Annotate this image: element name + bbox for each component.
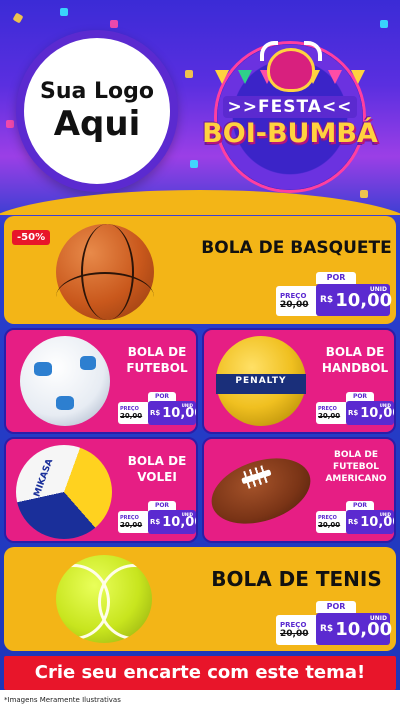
name-line-2: FUTEBOL [333, 462, 379, 472]
confetti [6, 120, 14, 128]
currency-label: R$ [348, 409, 359, 417]
header-banner: Sua Logo Aqui >>FESTA<< BOI-BUMBÁ [0, 0, 400, 215]
old-price: PREÇO 20,00 [118, 511, 150, 533]
product-card-tenis[interactable]: BOLA DE TENIS POR PREÇO 20,00 R$ 10,00 U… [4, 547, 396, 651]
new-price: R$ 10,00 UNID [148, 401, 196, 425]
product-card-basquete[interactable]: -50% BOLA DE BASQUETE POR PREÇO 20,00 R$… [4, 216, 396, 324]
price-tag: POR PREÇO 20,00 R$ 10,00 UNID [316, 501, 394, 535]
american-football-icon [204, 446, 319, 536]
name-line-1: BOLA DE [127, 454, 187, 468]
old-price-value: 20,00 [318, 521, 341, 529]
logo-placeholder: Sua Logo Aqui [16, 30, 178, 192]
name-line-3: AMERICANO [325, 474, 387, 484]
price-tag: POR PREÇO 20,00 R$ 10,00 UNID [118, 501, 196, 535]
logo-line-2: Aqui [53, 104, 141, 144]
product-name: BOLA DE BASQUETE [201, 238, 392, 258]
confetti [12, 12, 24, 24]
product-name: BOLA DE HANDBOL [314, 344, 394, 376]
por-label: POR [316, 601, 356, 613]
cta-banner[interactable]: Crie seu encarte com este tema! [4, 656, 396, 690]
ball-brand: MIKASA [32, 457, 56, 499]
product-card-futebol-americano[interactable]: BOLA DE FUTEBOL AMERICANO POR PREÇO 20,0… [202, 437, 396, 543]
preco-label: PREÇO [280, 621, 307, 629]
bull-icon [260, 41, 322, 92]
confetti [190, 160, 198, 168]
confetti [380, 20, 388, 28]
volleyball-icon: MIKASA [16, 445, 112, 539]
unid-label: UNID [181, 512, 193, 517]
name-line-2: HANDBOL [321, 361, 389, 375]
product-name: BOLA DE VOLEI [116, 453, 196, 485]
product-name: BOLA DE FUTEBOL AMERICANO [316, 449, 394, 485]
old-price: PREÇO 20,00 [276, 615, 320, 645]
confetti [185, 70, 193, 78]
soccer-ball-icon [20, 336, 110, 426]
disclaimer-text: *Imagens Meramente Ilustrativas [0, 690, 400, 711]
old-price: PREÇO 20,00 [316, 511, 348, 533]
product-card-futebol[interactable]: BOLA DE FUTEBOL POR PREÇO 20,00 R$ 10,00… [4, 328, 198, 434]
festa-badge: >>FESTA<< BOI-BUMBÁ [202, 30, 378, 190]
old-price-value: 20,00 [120, 412, 143, 420]
festa-label: >>FESTA<< [223, 96, 357, 118]
old-price: PREÇO 20,00 [118, 402, 150, 424]
tennis-ball-icon [56, 555, 152, 643]
ball-brand: PENALTY [235, 375, 287, 386]
confetti [360, 190, 368, 198]
old-price-value: 20,00 [318, 412, 341, 420]
name-line-1: BOLA DE [334, 450, 378, 460]
name-line-2: FUTEBOL [126, 361, 188, 375]
old-price-value: 20,00 [120, 521, 143, 529]
new-price: R$ 10,00 UNID [148, 510, 196, 534]
name-line-1: BOLA DE [325, 345, 385, 359]
name-line-1: BOLA DE [127, 345, 187, 359]
currency-label: R$ [320, 624, 334, 634]
handball-icon: PENALTY [216, 336, 306, 426]
unid-label: UNID [379, 403, 391, 408]
unid-label: UNID [379, 512, 391, 517]
unid-label: UNID [369, 286, 387, 293]
basketball-icon [56, 224, 154, 320]
new-price: R$ 10,00 UNID [316, 613, 392, 645]
price-tag: POR PREÇO 20,00 R$ 10,00 UNID [118, 392, 196, 426]
product-card-handbol[interactable]: PENALTY BOLA DE HANDBOL POR PREÇO 20,00 … [202, 328, 396, 434]
discount-badge: -50% [12, 230, 51, 245]
header-wave [0, 190, 400, 215]
event-name: BOI-BUMBÁ [202, 118, 378, 149]
product-name: BOLA DE TENIS [211, 567, 382, 591]
new-price: R$ 10,00 UNID [346, 510, 394, 534]
price-tag: POR PREÇO 20,00 R$ 10,00 UNID [276, 601, 392, 647]
currency-label: R$ [320, 295, 334, 305]
currency-label: R$ [150, 518, 161, 526]
name-line-2: VOLEI [137, 470, 177, 484]
unid-label: UNID [369, 615, 387, 622]
preco-label: PREÇO [280, 292, 307, 300]
old-price-value: 20,00 [280, 300, 309, 310]
new-price: R$ 10,00 UNID [346, 401, 394, 425]
old-price-value: 20,00 [280, 629, 309, 639]
logo-line-1: Sua Logo [39, 79, 154, 104]
confetti [60, 8, 68, 16]
por-label: POR [316, 272, 356, 284]
currency-label: R$ [348, 518, 359, 526]
confetti [110, 20, 118, 28]
currency-label: R$ [150, 409, 161, 417]
old-price: PREÇO 20,00 [276, 286, 320, 316]
old-price: PREÇO 20,00 [316, 402, 348, 424]
new-price: R$ 10,00 UNID [316, 284, 392, 316]
product-card-volei[interactable]: MIKASA BOLA DE VOLEI POR PREÇO 20,00 R$ … [4, 437, 198, 543]
product-name: BOLA DE FUTEBOL [116, 344, 196, 376]
price-tag: POR PREÇO 20,00 R$ 10,00 UNID [316, 392, 394, 426]
price-tag: POR PREÇO 20,00 R$ 10,00 UNID [276, 272, 392, 318]
unid-label: UNID [181, 403, 193, 408]
